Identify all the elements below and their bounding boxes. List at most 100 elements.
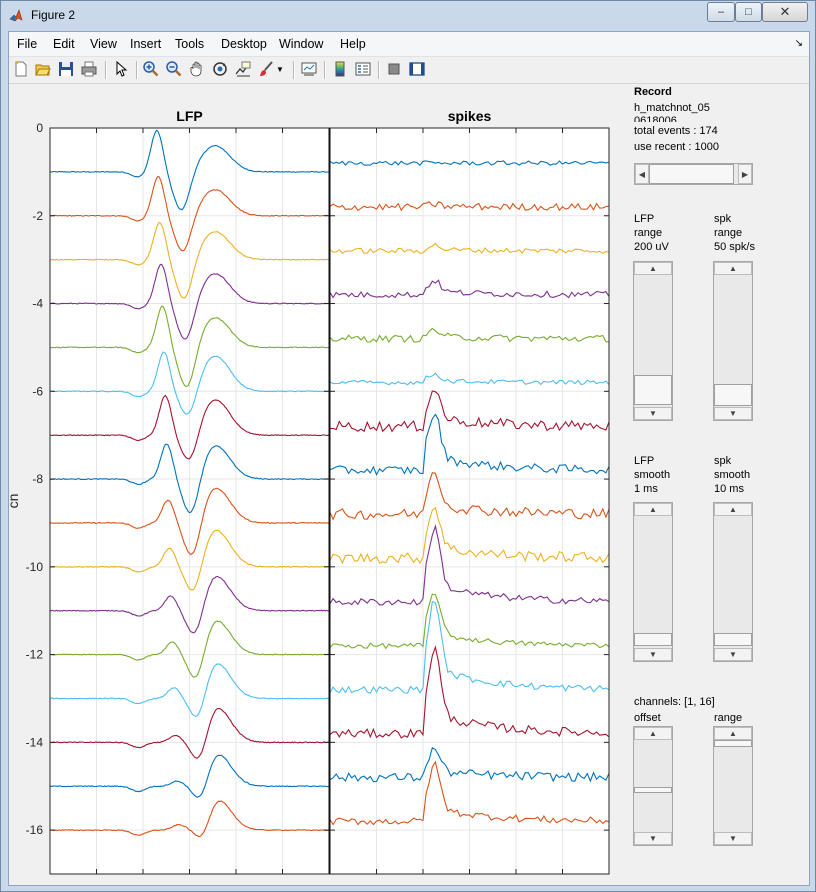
- spk-range-slider[interactable]: ▲ ▼: [713, 261, 753, 421]
- toolbar-separator: [324, 61, 326, 79]
- lfp-range-slider[interactable]: ▲ ▼: [633, 261, 673, 421]
- menu-window[interactable]: Window: [279, 37, 323, 51]
- data-cursor-icon[interactable]: [234, 60, 252, 78]
- hide-plot-tools-icon[interactable]: [385, 60, 403, 78]
- slider-thumb[interactable]: [634, 633, 672, 646]
- spikes-x-tick-label: -0.1: [324, 883, 345, 884]
- toolbar-separator: [293, 61, 295, 79]
- menu-view[interactable]: View: [90, 37, 117, 51]
- lfp-x-tick-label: 0.3: [228, 883, 245, 884]
- lfp-smooth-label-2: smooth: [634, 469, 671, 481]
- zoom-in-icon[interactable]: [142, 60, 160, 78]
- pointer-icon[interactable]: [112, 60, 130, 78]
- channel-offset-slider[interactable]: ▲ ▼: [633, 726, 673, 846]
- zoom-out-icon[interactable]: [165, 60, 183, 78]
- window-title: Figure 2: [31, 8, 76, 22]
- new-figure-icon[interactable]: [12, 60, 30, 78]
- toolbar-separator: [105, 61, 107, 79]
- spk-range-label-1: spk: [714, 213, 732, 225]
- lfp-y-axis-label: cn: [9, 494, 21, 509]
- save-icon[interactable]: [57, 60, 75, 78]
- minimize-button[interactable]: –: [707, 2, 735, 22]
- channels-label: channels: [1, 16]: [634, 696, 715, 708]
- channel-range-slider[interactable]: ▲ ▼: [713, 726, 753, 846]
- recent-events-slider[interactable]: ◀ ▶: [634, 163, 753, 185]
- down-arrow-icon[interactable]: ▼: [714, 407, 752, 420]
- slider-thumb[interactable]: [649, 164, 734, 184]
- menu-file[interactable]: File: [17, 37, 37, 51]
- title-bar[interactable]: Figure 2 – □ ✕: [1, 1, 815, 31]
- close-button[interactable]: ✕: [762, 2, 808, 22]
- up-arrow-icon[interactable]: ▲: [714, 262, 752, 275]
- lfp-y-tick-label: -10: [26, 560, 44, 574]
- menu-desktop[interactable]: Desktop: [221, 37, 267, 51]
- dock-arrow-icon[interactable]: ↘: [795, 38, 803, 49]
- menu-help[interactable]: Help: [340, 37, 366, 51]
- spk-range-value: 50 spk/s: [714, 241, 755, 253]
- lfp-title: LFP: [176, 108, 202, 124]
- lfp-y-tick-label: -12: [26, 648, 44, 662]
- slider-right-arrow-icon[interactable]: ▶: [738, 164, 752, 184]
- slider-thumb[interactable]: [714, 384, 752, 406]
- slider-thumb[interactable]: [634, 787, 672, 793]
- spikes-title: spikes: [448, 108, 492, 124]
- down-arrow-icon[interactable]: ▼: [634, 648, 672, 661]
- spikes-x-tick-label: 0.2: [461, 883, 478, 884]
- slider-thumb[interactable]: [634, 375, 672, 405]
- lfp-smooth-slider[interactable]: ▲ ▼: [633, 502, 673, 662]
- record-name: h_matchnot_05: [634, 102, 710, 114]
- print-icon[interactable]: [80, 60, 98, 78]
- toolbar-separator: [378, 61, 380, 79]
- lfp-y-tick-label: -6: [32, 384, 43, 398]
- up-arrow-icon[interactable]: ▲: [634, 262, 672, 275]
- menu-tools[interactable]: Tools: [175, 37, 204, 51]
- slider-thumb[interactable]: [714, 633, 752, 646]
- up-arrow-icon[interactable]: ▲: [634, 503, 672, 516]
- record-title: Record: [634, 86, 672, 98]
- lfp-y-tick-label: -16: [26, 823, 44, 837]
- spikes-x-tick-label: 0.4: [554, 883, 571, 884]
- lfp-y-tick-label: -2: [32, 209, 43, 223]
- brush-icon[interactable]: [257, 60, 275, 78]
- lfp-x-tick-label: 0.4: [274, 883, 291, 884]
- spikes-x-tick-label: 0.5: [601, 883, 618, 884]
- down-arrow-icon[interactable]: ▼: [714, 648, 752, 661]
- lfp-x-tick-label: -0.1: [40, 883, 61, 884]
- spk-range-label-2: range: [714, 227, 743, 239]
- brush-dropdown-icon[interactable]: ▼: [275, 60, 285, 78]
- link-plot-icon[interactable]: [300, 60, 318, 78]
- figure-canvas: -0.1 0 0.1 0.2 0.3 0.4 0.5 0 -2 -4 -6 -8 -10 -12 -14 -1…: [9, 84, 809, 884]
- down-arrow-icon[interactable]: ▼: [634, 407, 672, 420]
- legend-icon[interactable]: [354, 60, 372, 78]
- colorbar-icon[interactable]: [331, 60, 349, 78]
- down-arrow-icon[interactable]: ▼: [634, 832, 672, 845]
- up-arrow-icon[interactable]: ▲: [634, 727, 672, 740]
- offset-label: offset: [634, 712, 661, 724]
- plots-svg: -0.1 0 0.1 0.2 0.3 0.4 0.5 0 -2 -4 -6 -8 -10 -12 -14 -1…: [9, 108, 618, 884]
- lfp-range-label-2: range: [634, 227, 663, 239]
- lfp-x-tick-label: 0: [93, 883, 100, 884]
- spk-smooth-slider[interactable]: ▲ ▼: [713, 502, 753, 662]
- slider-left-arrow-icon[interactable]: ◀: [635, 164, 649, 184]
- show-plot-tools-icon[interactable]: [408, 60, 426, 78]
- rotate-icon[interactable]: [211, 60, 229, 78]
- spk-smooth-value: 10 ms: [714, 483, 744, 495]
- spikes-x-tick-label: 0.1: [415, 883, 432, 884]
- slider-thumb[interactable]: [714, 740, 752, 747]
- toolbar: ▼: [9, 57, 809, 84]
- up-arrow-icon[interactable]: ▲: [714, 727, 752, 740]
- lfp-range-label-1: LFP: [634, 213, 655, 225]
- lfp-y-tick-label: 0: [36, 121, 43, 135]
- lfp-y-tick-label: -8: [32, 472, 43, 486]
- open-file-icon[interactable]: [34, 60, 52, 78]
- menu-bar: File Edit View Insert Tools Desktop Wind…: [9, 32, 809, 57]
- up-arrow-icon[interactable]: ▲: [714, 503, 752, 516]
- menu-insert[interactable]: Insert: [130, 37, 161, 51]
- maximize-button[interactable]: □: [735, 2, 762, 22]
- menu-edit[interactable]: Edit: [53, 37, 75, 51]
- lfp-y-tick-label: -4: [32, 297, 43, 311]
- pan-icon[interactable]: [188, 60, 206, 78]
- down-arrow-icon[interactable]: ▼: [714, 832, 752, 845]
- spikes-x-tick-label: 0.3: [508, 883, 525, 884]
- range-label: range: [714, 712, 743, 724]
